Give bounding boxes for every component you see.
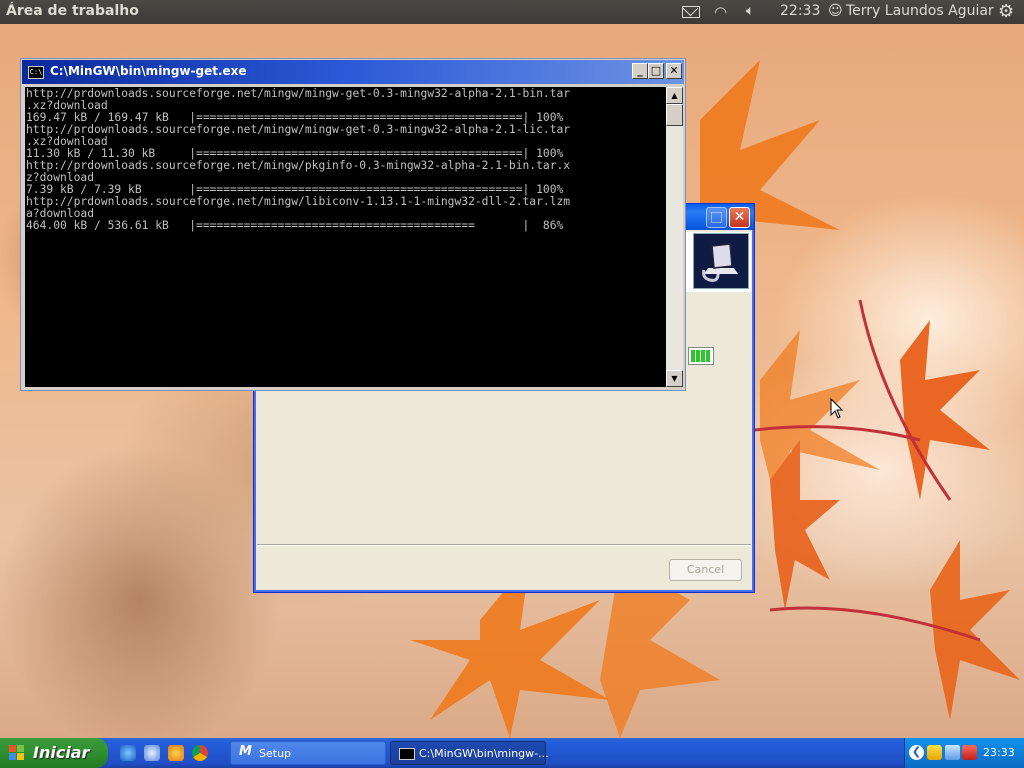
top-clock[interactable]: 22:33	[780, 3, 820, 19]
top-panel: Área de trabalho ◠ 🔈︎ 22:33 ☺ Terry Laun…	[0, 0, 1024, 24]
scroll-up-arrow-icon[interactable]: ▲	[666, 87, 683, 104]
scroll-down-arrow-icon[interactable]: ▼	[666, 370, 683, 387]
mouse-cursor-icon	[830, 398, 844, 419]
minimize-button[interactable]: _	[632, 63, 648, 79]
start-label: Iniciar	[33, 743, 90, 762]
windows-flag-icon	[9, 745, 25, 761]
console-line: http://prdownloads.sourceforge.net/mingw…	[26, 87, 571, 100]
console-line: http://prdownloads.sourceforge.net/mingw…	[26, 195, 571, 208]
console-line: http://prdownloads.sourceforge.net/mingw…	[26, 159, 571, 172]
volume-icon[interactable]: 🔈︎	[746, 3, 754, 19]
installer-logo-icon	[693, 233, 749, 289]
security-shield-icon[interactable]	[927, 745, 942, 760]
system-tray: ❮ 23:33	[904, 738, 1024, 768]
tray-clock[interactable]: 23:33	[983, 746, 1015, 759]
maximize-button[interactable]: □	[648, 63, 664, 79]
console-scrollbar[interactable]: ▲ ▼	[666, 87, 683, 387]
scrollbar-thumb[interactable]	[666, 104, 683, 126]
taskbar-item-console[interactable]: C:\MinGW\bin\mingw-...	[390, 741, 549, 765]
console-icon	[399, 748, 415, 760]
console-app-icon[interactable]: C:\	[28, 66, 44, 79]
recycle-quicklaunch-icon[interactable]	[144, 745, 160, 761]
tray-expand-icon[interactable]: ❮	[909, 745, 924, 760]
taskbar: Iniciar M Setup C:\MinGW\bin\mingw-... ❮…	[0, 738, 1024, 768]
setup-progress-bar	[688, 347, 714, 365]
mingw-icon: M	[239, 744, 252, 759]
gear-icon[interactable]: ⚙	[998, 1, 1014, 22]
taskbar-item-setup[interactable]: M Setup	[230, 741, 386, 765]
start-button[interactable]: Iniciar	[0, 738, 108, 768]
wifi-icon[interactable]: ◠	[714, 3, 727, 21]
network-icon[interactable]	[945, 745, 960, 760]
cancel-button[interactable]: Cancel	[669, 559, 742, 581]
user-icon[interactable]: ☺	[828, 3, 843, 19]
console-line: 464.00 kB / 536.61 kB |=================…	[26, 219, 564, 232]
console-line: http://prdownloads.sourceforge.net/mingw…	[26, 123, 571, 136]
alert-shield-icon[interactable]	[962, 745, 977, 760]
user-name[interactable]: Terry Laundos Aguiar	[846, 3, 994, 19]
close-button[interactable]: ✕	[666, 63, 682, 79]
setup-divider	[257, 544, 751, 546]
console-window[interactable]: C:\ C:\MinGW\bin\mingw-get.exe _ □ ✕ htt…	[20, 58, 686, 391]
console-output[interactable]: http://prdownloads.sourceforge.net/mingw…	[25, 87, 666, 387]
ie-quicklaunch-icon[interactable]	[120, 745, 136, 761]
setup-close-button[interactable]: ✕	[729, 207, 750, 228]
console-title: C:\MinGW\bin\mingw-get.exe	[50, 64, 247, 78]
taskbar-item-label: Setup	[259, 747, 292, 760]
taskbar-item-label: C:\MinGW\bin\mingw-...	[419, 747, 549, 760]
workspace-title: Área de trabalho	[6, 3, 139, 19]
console-titlebar[interactable]: C:\ C:\MinGW\bin\mingw-get.exe	[22, 60, 684, 84]
media-player-quicklaunch-icon[interactable]	[168, 745, 184, 761]
chrome-quicklaunch-icon[interactable]	[192, 745, 208, 761]
mail-icon[interactable]	[682, 6, 700, 18]
setup-maximize-button[interactable]: □	[706, 207, 727, 228]
